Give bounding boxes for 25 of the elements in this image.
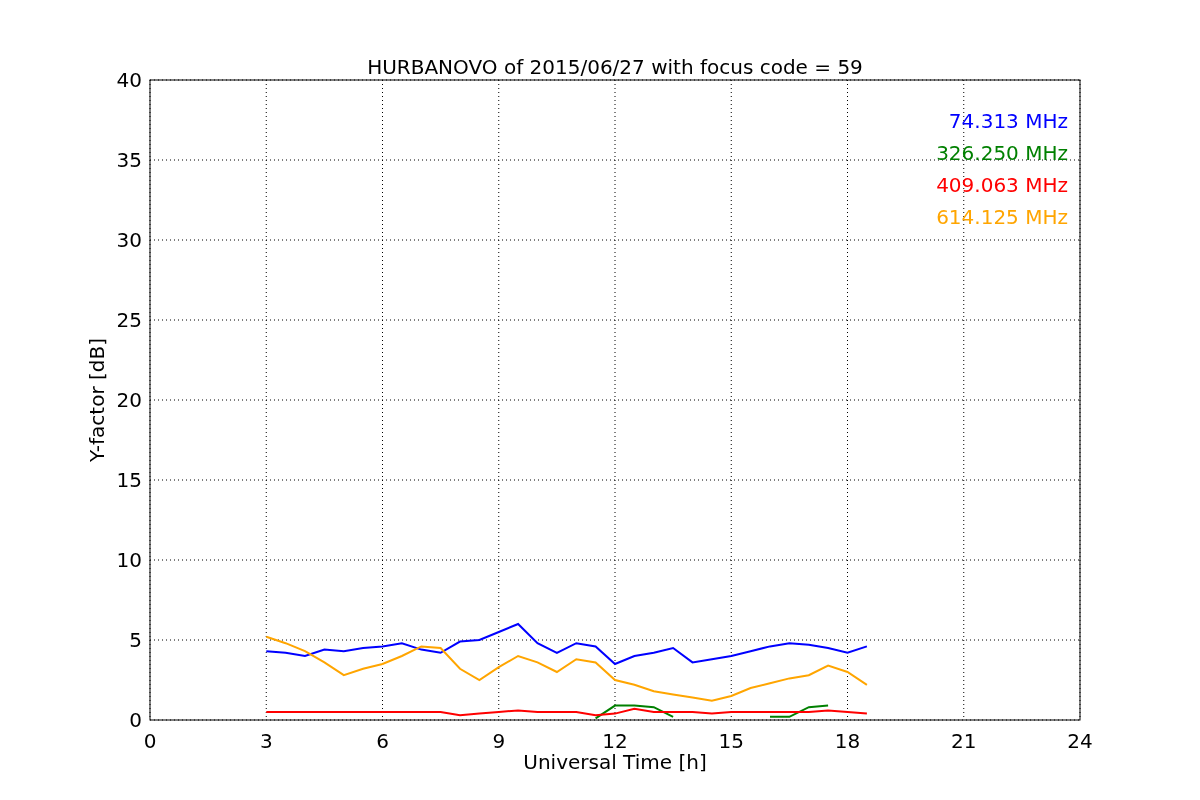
chart-title: HURBANOVO of 2015/06/27 with focus code = 59	[367, 55, 863, 79]
x-axis-label: Universal Time [h]	[523, 750, 707, 774]
tick-label: 10	[116, 548, 142, 572]
series-label: 614.125 MHz	[936, 205, 1068, 229]
series-label: 326.250 MHz	[936, 141, 1068, 165]
tick-label: 15	[116, 468, 142, 492]
tick-label: 5	[129, 628, 142, 652]
tick-label: 40	[116, 68, 142, 92]
series-label: 74.313 MHz	[948, 109, 1068, 133]
tick-label: 0	[129, 708, 142, 732]
tick-label: 25	[116, 308, 142, 332]
tick-label: 30	[116, 228, 142, 252]
tick-label: 6	[376, 729, 389, 753]
series-label: 409.063 MHz	[936, 173, 1068, 197]
tick-label: 3	[259, 729, 273, 753]
tick-label: 12	[602, 729, 628, 753]
y-axis-label: Y-factor [dB]	[85, 338, 109, 462]
tick-label: 9	[492, 729, 506, 753]
tick-label: 18	[834, 729, 861, 753]
tick-label: 35	[116, 148, 142, 172]
tick-label: 0	[143, 729, 157, 753]
tick-label: 21	[951, 729, 977, 753]
tick-label: 24	[1067, 729, 1093, 753]
tick-label: 20	[116, 388, 142, 412]
tick-label: 15	[718, 729, 744, 753]
